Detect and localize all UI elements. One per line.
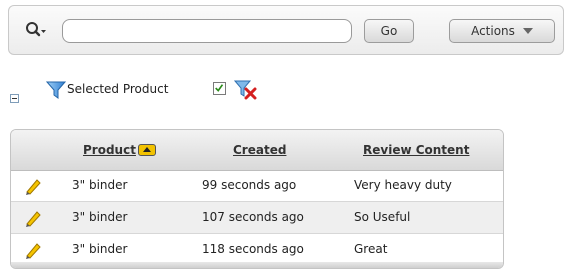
table-row: 3" binder 99 seconds ago Very heavy duty — [11, 170, 503, 202]
collapse-filters-toggle[interactable] — [10, 94, 19, 103]
report-table: Product Created Review Content 3" binder… — [10, 129, 504, 269]
actions-button-label: Actions — [471, 24, 515, 38]
cell-created: 99 seconds ago — [202, 178, 297, 192]
go-button[interactable]: Go — [364, 19, 414, 43]
edit-pencil-icon[interactable] — [23, 176, 43, 196]
remove-filter-icon[interactable] — [234, 79, 258, 101]
funnel-icon — [46, 81, 66, 99]
search-column-icon[interactable] — [25, 21, 47, 41]
table-footer — [11, 262, 503, 268]
check-icon — [215, 84, 224, 92]
actions-menu-button[interactable]: Actions — [449, 19, 555, 43]
column-header-created[interactable]: Created — [233, 143, 286, 157]
filter-label: Selected Product — [67, 82, 169, 96]
cell-product: 3" binder — [72, 178, 128, 192]
cell-review-content: Great — [354, 242, 388, 256]
chevron-down-icon — [522, 28, 533, 34]
cell-review-content: So Useful — [354, 210, 411, 224]
column-header-product[interactable]: Product — [83, 143, 156, 157]
sort-ascending-icon[interactable] — [137, 143, 156, 156]
filter-enabled-checkbox[interactable] — [213, 82, 226, 95]
column-header-review-content[interactable]: Review Content — [363, 143, 469, 157]
cell-created: 118 seconds ago — [202, 242, 304, 256]
column-header-label: Product — [83, 143, 136, 157]
go-button-label: Go — [380, 24, 398, 38]
cell-created: 107 seconds ago — [202, 210, 304, 224]
report-toolbar: Go Actions — [8, 5, 564, 55]
edit-pencil-icon[interactable] — [23, 240, 43, 260]
search-input[interactable] — [62, 19, 352, 43]
edit-pencil-icon[interactable] — [23, 208, 43, 228]
cell-product: 3" binder — [72, 210, 128, 224]
table-row: 3" binder 107 seconds ago So Useful — [11, 202, 503, 234]
cell-review-content: Very heavy duty — [354, 178, 452, 192]
table-header: Product Created Review Content — [11, 130, 503, 171]
cell-product: 3" binder — [72, 242, 128, 256]
